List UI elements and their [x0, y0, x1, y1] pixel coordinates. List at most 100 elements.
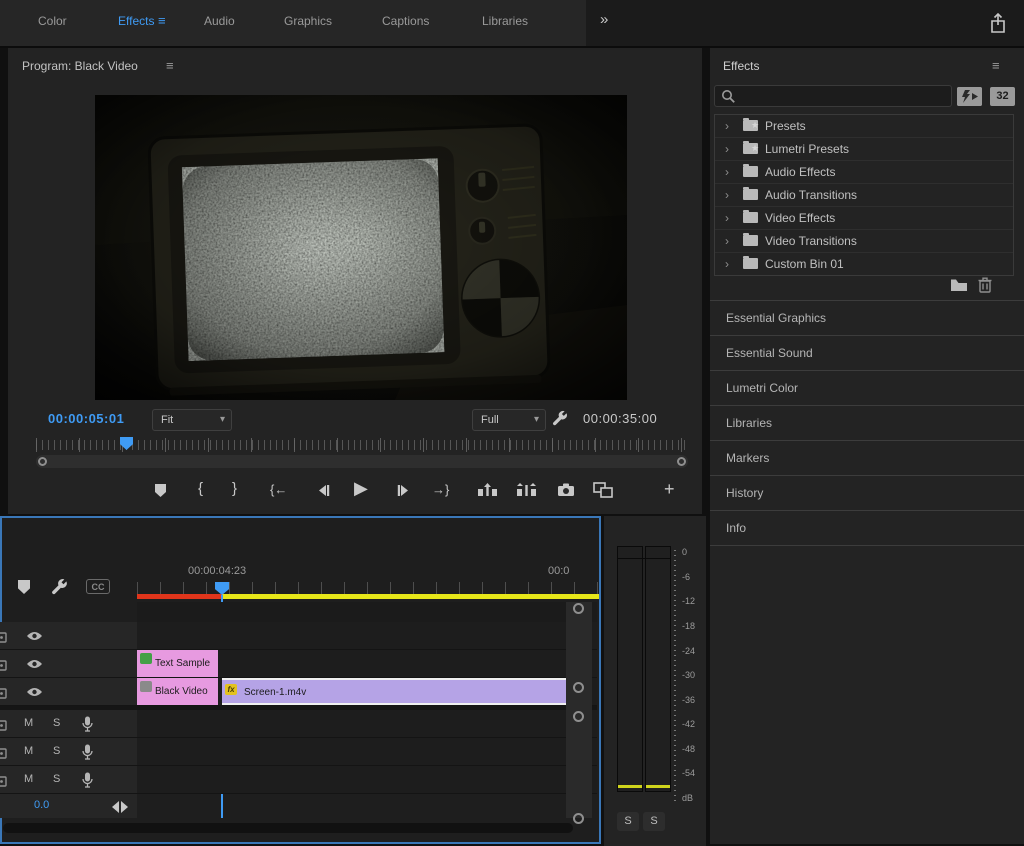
go-to-in-button[interactable]: {← — [270, 482, 287, 497]
timeline-horizontal-scrollbar[interactable] — [3, 823, 573, 833]
program-zoom-scrollbar[interactable] — [36, 455, 688, 468]
effects-search-input[interactable] — [739, 87, 949, 107]
sync-lock-icon[interactable] — [0, 774, 7, 792]
chevron-right-icon[interactable]: › — [725, 161, 729, 183]
track-v1-content[interactable]: Black Video fx Screen-1.m4v — [137, 678, 597, 706]
track-header-a3[interactable]: M S — [0, 766, 137, 794]
tree-item-video-effects[interactable]: › Video Effects — [715, 207, 1013, 230]
tab-history[interactable]: History — [710, 475, 1024, 510]
track-header-v1[interactable] — [0, 678, 137, 706]
mute-track-button[interactable]: M — [24, 745, 33, 757]
tab-info[interactable]: Info — [710, 510, 1024, 546]
tree-item-custom-bin-01[interactable]: › Custom Bin 01 — [715, 253, 1013, 275]
solo-track-button[interactable]: S — [53, 745, 60, 757]
tab-libraries-panel[interactable]: Libraries — [710, 405, 1024, 440]
tab-essential-sound[interactable]: Essential Sound — [710, 335, 1024, 370]
export-frame-button[interactable] — [557, 483, 575, 502]
tab-audio[interactable]: Audio — [204, 14, 235, 28]
tab-libraries[interactable]: Libraries — [482, 14, 528, 28]
export-share-icon[interactable] — [988, 12, 1008, 39]
track-v2-content[interactable]: Text Sample — [137, 650, 597, 678]
chevron-right-icon[interactable]: › — [725, 138, 729, 160]
tab-markers[interactable]: Markers — [710, 440, 1024, 475]
clip-screen-1-m4v[interactable]: fx Screen-1.m4v — [222, 678, 573, 705]
scrollbar-right-handle[interactable] — [677, 457, 686, 466]
tree-item-video-transitions[interactable]: › Video Transitions — [715, 230, 1013, 253]
step-forward-button[interactable] — [396, 484, 411, 502]
solo-track-button[interactable]: S — [53, 773, 60, 785]
sync-lock-icon[interactable] — [0, 718, 7, 736]
go-to-out-button[interactable]: →} — [432, 482, 449, 497]
tab-overflow-icon[interactable]: » — [600, 11, 608, 28]
tree-item-audio-effects[interactable]: › Audio Effects — [715, 161, 1013, 184]
new-custom-bin-icon[interactable] — [950, 278, 968, 297]
toggle-track-output-eye-icon[interactable] — [26, 659, 43, 669]
effects-tab-menu-icon[interactable]: ≡ — [158, 13, 166, 28]
tab-captions[interactable]: Captions — [382, 14, 429, 28]
play-button[interactable]: ▶ — [354, 478, 368, 499]
fit-select[interactable]: Fit ▾ — [152, 409, 232, 431]
mark-in-button[interactable]: { — [198, 480, 203, 497]
chevron-right-icon[interactable]: › — [725, 184, 729, 206]
track-header-v3[interactable] — [0, 622, 137, 650]
extract-button[interactable] — [517, 483, 536, 502]
timeline-ruler[interactable] — [137, 582, 599, 594]
mark-out-button[interactable]: } — [232, 480, 237, 497]
sync-lock-icon[interactable] — [0, 686, 7, 704]
playback-resolution-select[interactable]: Full ▾ — [472, 409, 546, 431]
tab-lumetri-color[interactable]: Lumetri Color — [710, 370, 1024, 405]
tree-item-presets[interactable]: › ★ Presets — [715, 115, 1013, 138]
timeline-vertical-scrollbar[interactable] — [566, 602, 592, 818]
chevron-right-icon[interactable]: › — [725, 207, 729, 229]
comparison-view-button[interactable] — [593, 482, 613, 503]
tree-item-lumetri-presets[interactable]: › ★ Lumetri Presets — [715, 138, 1013, 161]
chevron-right-icon[interactable]: › — [725, 115, 729, 137]
meter-solo-right-button[interactable]: S — [643, 812, 665, 831]
track-a2-content[interactable] — [137, 738, 597, 766]
track-header-a2[interactable]: M S — [0, 738, 137, 766]
voiceover-record-mic-icon[interactable] — [82, 772, 93, 793]
sync-lock-icon[interactable] — [0, 658, 7, 676]
chevron-right-icon[interactable]: › — [725, 230, 729, 252]
step-back-button[interactable] — [316, 484, 331, 502]
program-settings-wrench-icon[interactable] — [551, 409, 569, 432]
sync-lock-icon[interactable] — [0, 630, 7, 648]
mute-track-button[interactable]: M — [24, 773, 33, 785]
sync-lock-icon[interactable] — [0, 746, 7, 764]
chevron-right-icon[interactable]: › — [725, 253, 729, 275]
tab-essential-graphics[interactable]: Essential Graphics — [710, 300, 1024, 335]
tab-color[interactable]: Color — [38, 14, 67, 28]
timeline-add-marker-button[interactable] — [18, 580, 30, 594]
track-a1-content[interactable] — [137, 710, 597, 738]
timeline-settings-wrench-icon[interactable] — [50, 577, 69, 601]
toggle-track-output-eye-icon[interactable] — [26, 687, 43, 697]
effects-search-box[interactable] — [714, 85, 952, 107]
track-header-a1[interactable]: M S — [0, 710, 137, 738]
toggle-track-output-eye-icon[interactable] — [26, 631, 43, 641]
accelerated-effects-filter-icon[interactable] — [957, 87, 982, 106]
tree-item-audio-transitions[interactable]: › Audio Transitions — [715, 184, 1013, 207]
track-header-v2[interactable] — [0, 650, 137, 678]
mute-track-button[interactable]: M — [24, 717, 33, 729]
meter-solo-left-button[interactable]: S — [617, 812, 639, 831]
fit-timeline-icon[interactable] — [112, 800, 128, 818]
track-v3-content[interactable] — [137, 622, 597, 650]
bit-depth-filter-icon[interactable]: 32 — [990, 87, 1015, 106]
vscroll-handle-bottom[interactable] — [573, 682, 584, 693]
track-a3-content[interactable] — [137, 766, 597, 794]
effects-panel-menu-icon[interactable]: ≡ — [992, 58, 1000, 73]
add-marker-button[interactable] — [155, 484, 166, 497]
vscroll-audio-handle-bottom[interactable] — [573, 813, 584, 824]
lift-button[interactable] — [478, 483, 497, 502]
solo-track-button[interactable]: S — [53, 717, 60, 729]
button-editor-plus[interactable]: + — [664, 479, 675, 500]
clip-black-video[interactable]: Black Video — [137, 678, 218, 705]
clip-text-sample[interactable]: Text Sample — [137, 650, 218, 677]
tab-effects[interactable]: Effects — [118, 14, 154, 28]
delete-trash-icon[interactable] — [978, 277, 992, 298]
program-current-timecode[interactable]: 00:00:05:01 — [48, 411, 124, 426]
vscroll-audio-handle-top[interactable] — [573, 711, 584, 722]
master-gain-value[interactable]: 0.0 — [34, 799, 49, 811]
captions-track-icon[interactable]: CC — [86, 579, 110, 594]
voiceover-record-mic-icon[interactable] — [82, 716, 93, 737]
